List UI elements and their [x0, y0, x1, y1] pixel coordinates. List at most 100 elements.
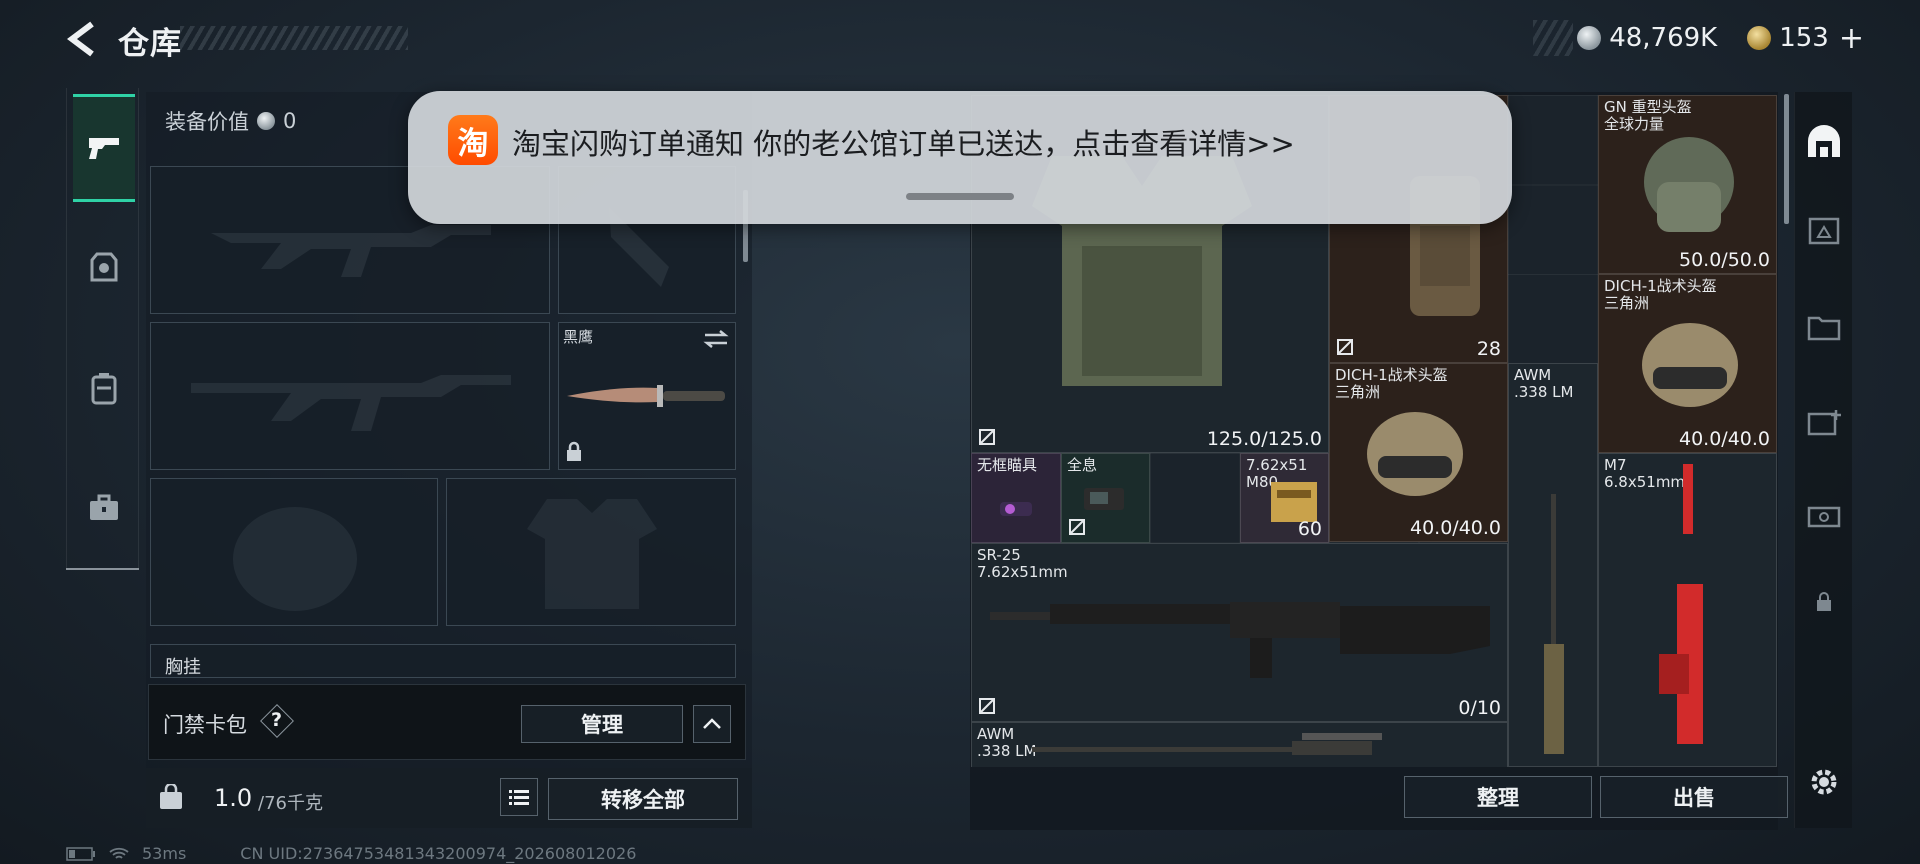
- nav-helmet-armor[interactable]: [73, 214, 135, 322]
- notification-handle[interactable]: [906, 193, 1014, 200]
- item-durability: 40.0/40.0: [1409, 517, 1501, 539]
- list-icon: [509, 790, 529, 805]
- silver-currency-value: 48,769K: [1609, 23, 1718, 53]
- nav-divider: [66, 568, 139, 570]
- storage-item-dich-helmet[interactable]: DICH-1战术头盔 三角洲 40.0/40.0: [1329, 363, 1508, 542]
- storage-item-holographic-sight[interactable]: 全息: [1061, 453, 1150, 543]
- tab-storage-5[interactable]: [1795, 476, 1853, 556]
- helmet-icon: [1644, 137, 1734, 232]
- tab-main-storage[interactable]: [1795, 102, 1853, 182]
- weight-current: 1.0: [214, 784, 253, 812]
- item-name: AWM .338 LM: [1514, 366, 1574, 401]
- chest-rig-slot[interactable]: 胸挂: [150, 644, 736, 678]
- taobao-app-icon: 淘: [448, 115, 498, 165]
- storage-item-awm-rifle[interactable]: AWM .338 LM: [1508, 363, 1598, 767]
- weight-max: /76千克: [258, 793, 323, 814]
- pistol-icon: [89, 138, 119, 159]
- tab-storage-4[interactable]: [1795, 382, 1853, 462]
- nav-weapons[interactable]: [73, 94, 135, 202]
- case-plus-icon: [1807, 410, 1841, 436]
- silver-coin-icon: [257, 112, 275, 130]
- item-name: 无框瞄具: [977, 456, 1038, 474]
- item-name: 全息: [1067, 456, 1098, 474]
- melee-slot[interactable]: 黑鹰: [558, 322, 736, 470]
- backpack-icon: [91, 373, 117, 405]
- keycard-case-label: 门禁卡包: [163, 713, 247, 737]
- ping-value: 53ms: [142, 844, 187, 863]
- armor-icon: [90, 252, 118, 282]
- wifi-icon: [109, 847, 129, 859]
- storage-item-awm-rifle[interactable]: AWM .338 LM: [971, 722, 1508, 767]
- lock-icon: [567, 441, 581, 461]
- manage-button[interactable]: 管理: [521, 705, 683, 743]
- folder-icon: [1807, 316, 1841, 341]
- melee-slot-name: 黑鹰: [563, 328, 594, 346]
- rifle-icon: [990, 602, 1490, 678]
- chevron-up-icon: [703, 718, 721, 729]
- item-name: DICH-1战术头盔 三角洲: [1604, 277, 1717, 312]
- add-currency-button[interactable]: +: [1839, 21, 1864, 56]
- secondary-weapon-slot[interactable]: [150, 322, 550, 470]
- keycard-case-bar: 门禁卡包 ? 管理: [148, 684, 746, 760]
- briefcase-icon: [90, 494, 118, 520]
- sight-icon: [1084, 488, 1124, 510]
- nav-backpack[interactable]: [73, 334, 135, 442]
- currency-bar: 48,769K 153 +: [1533, 20, 1864, 56]
- storage-item-m7-rifle[interactable]: M7 6.8x51mm: [1598, 453, 1777, 767]
- weight-bar: 1.0 /76千克 转移全部: [146, 768, 752, 828]
- item-capacity: 28: [1476, 338, 1501, 360]
- sort-button[interactable]: 整理: [1404, 776, 1592, 818]
- vest-silhouette-icon: [527, 499, 657, 609]
- battery-icon: [66, 846, 95, 861]
- status-bar: 53ms CN UID:2736475348134320097​4_202608…: [66, 844, 636, 863]
- equipment-value-amount: 0: [283, 109, 297, 133]
- uid-text: CN UID:2736475348134320097​4_20260801202…: [240, 844, 637, 863]
- tab-locked[interactable]: [1795, 562, 1853, 642]
- ammo-box-icon: [1271, 482, 1317, 522]
- helmet-slot[interactable]: [150, 478, 438, 626]
- equipment-category-nav: [66, 88, 139, 570]
- ticket-icon: [1807, 506, 1841, 528]
- chevron-left-icon: [67, 21, 94, 57]
- no-insure-icon: [979, 698, 995, 714]
- tab-storage-2[interactable]: [1795, 190, 1853, 270]
- gold-currency-value: 153: [1779, 23, 1829, 53]
- weight-icon: [160, 784, 182, 809]
- sight-icon: [1000, 502, 1032, 516]
- storage-tabs-rail: [1794, 92, 1852, 828]
- transfer-all-button[interactable]: 转移全部: [548, 778, 738, 820]
- chest-rig-label: 胸挂: [165, 657, 201, 678]
- item-durability: 50.0/50.0: [1678, 249, 1770, 271]
- back-button[interactable]: [62, 18, 102, 60]
- storage-item-gn-helmet[interactable]: GN 重型头盔 全球力量 50.0/50.0: [1598, 95, 1777, 274]
- item-durability: 125.0/125.0: [1206, 428, 1322, 450]
- page-title: 仓库: [118, 26, 182, 62]
- swap-icon[interactable]: [703, 329, 729, 349]
- storage-actions: 整理 出售: [972, 770, 1788, 828]
- storage-scrollbar[interactable]: [1784, 94, 1789, 224]
- storage-item-dich-helmet[interactable]: DICH-1战术头盔 三角洲 40.0/40.0: [1598, 274, 1777, 453]
- body-armor-slot[interactable]: [446, 478, 736, 626]
- item-durability: 40.0/40.0: [1678, 428, 1770, 450]
- storage-item-ammo-box[interactable]: 7.62x51 M80 60: [1240, 453, 1329, 543]
- helmet-silhouette-icon: [233, 507, 357, 611]
- equipment-value-label: 装备价值: [165, 110, 249, 134]
- sniper-rifle-icon: [1544, 494, 1564, 754]
- settings-button[interactable]: [1795, 742, 1853, 822]
- order-notification-banner[interactable]: 淘 淘宝闪购订单通知 你的老公馆订单已送达，点击查看详情>>: [408, 91, 1512, 224]
- storage-item-frameless-sight[interactable]: 无框瞄具: [971, 453, 1061, 543]
- nav-case[interactable]: [73, 454, 135, 562]
- title-decoration: [180, 26, 408, 50]
- sell-button[interactable]: 出售: [1600, 776, 1788, 818]
- list-view-button[interactable]: [500, 778, 538, 816]
- lock-icon: [1817, 592, 1831, 611]
- tab-storage-3[interactable]: [1795, 286, 1853, 366]
- knife-icon: [567, 385, 725, 407]
- helmet-icon: [1367, 412, 1463, 496]
- storage-item-sr25-rifle[interactable]: SR-25 7.62x51mm 0/10: [971, 543, 1508, 722]
- helmet-icon: [1642, 323, 1738, 407]
- collapse-button[interactable]: [693, 705, 731, 743]
- gear-icon: [1811, 769, 1837, 795]
- no-insure-icon: [979, 429, 995, 445]
- gold-coin-icon: [1747, 26, 1772, 50]
